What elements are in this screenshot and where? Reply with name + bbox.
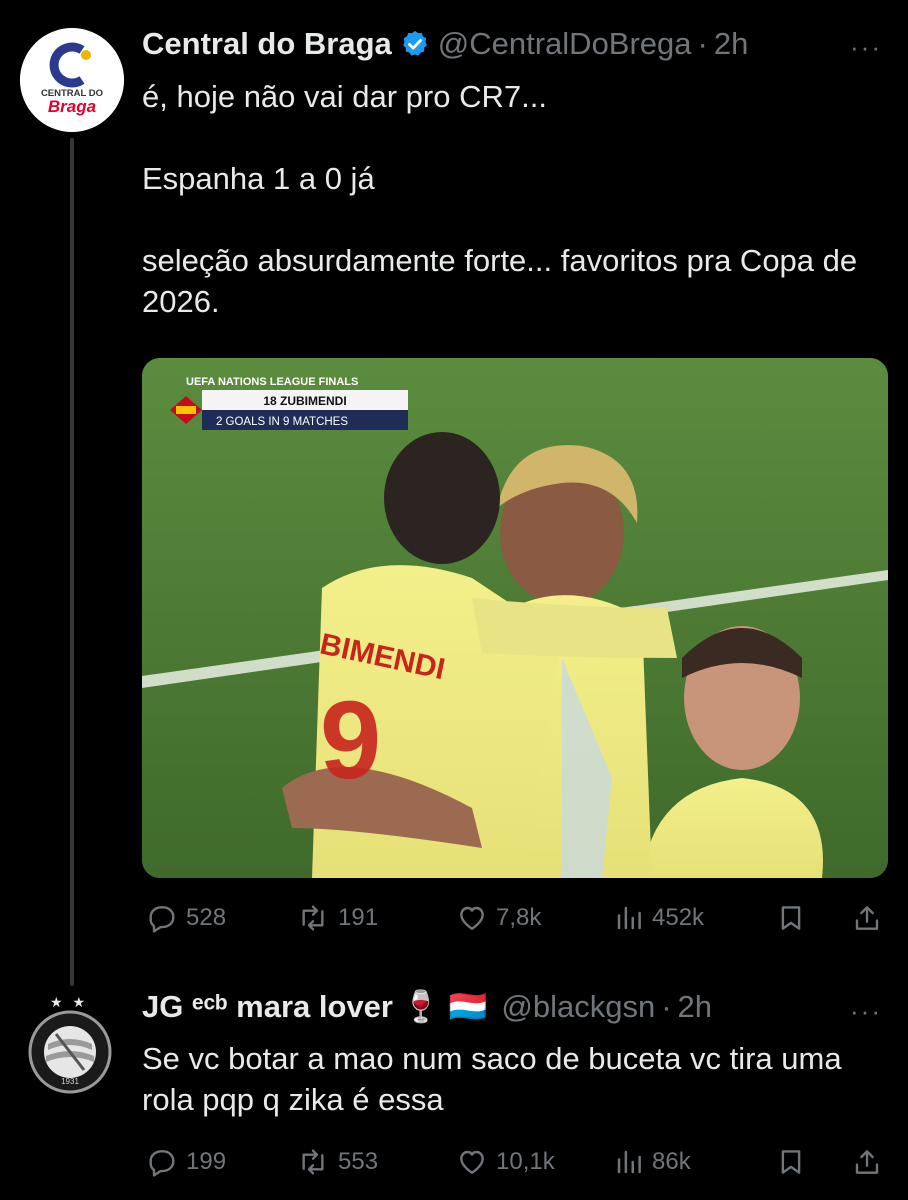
repost-count: 553 (338, 1148, 379, 1175)
like-button[interactable]: 10,1k (456, 1146, 555, 1178)
share-button[interactable] (852, 902, 882, 934)
author-name[interactable]: Central do Braga (142, 26, 392, 62)
share-button[interactable] (852, 1146, 882, 1178)
tweet-media-image[interactable]: BIMENDI 9 UEFA NATIONS LEAGUE FINALS 18 … (142, 358, 888, 878)
like-count: 7,8k (496, 904, 542, 931)
tweet-text: é, hoje não vai dar pro CR7... Espanha 1… (142, 79, 858, 319)
svg-text:9: 9 (320, 679, 381, 802)
separator-dot: · (697, 26, 708, 61)
heart-icon (460, 906, 484, 930)
crest-stars-icon: ★★ (50, 994, 96, 1010)
reply-icon (149, 906, 175, 933)
separator-dot: · (661, 988, 672, 1024)
views-icon (617, 1150, 641, 1174)
repost-icon (302, 905, 324, 931)
repost-button[interactable]: 191 (296, 902, 378, 934)
share-icon (855, 1150, 879, 1174)
verified-badge-icon (400, 29, 430, 59)
views-icon (617, 906, 641, 930)
more-options-icon[interactable]: ··· (850, 996, 882, 1027)
tweet-actions: 199 553 10,1k 86k (146, 1142, 886, 1182)
like-count: 10,1k (496, 1148, 555, 1175)
views-button[interactable]: 452k (614, 902, 704, 934)
tweet-actions: 528 191 7,8k 452k (146, 898, 886, 938)
thread-connector (70, 138, 74, 986)
author-avatar[interactable]: CENTRAL DO Braga (20, 28, 124, 132)
author-avatar[interactable]: 1931 (28, 1010, 112, 1094)
overlay-stat: 2 GOALS IN 9 MATCHES (216, 416, 348, 428)
heart-icon (460, 1150, 484, 1174)
author-name[interactable]: JG ᵉᶜᵇ mara lover 🍷 🇱🇺 (142, 988, 487, 1025)
reply-button[interactable]: 199 (146, 1146, 226, 1178)
overlay-player: 18 ZUBIMENDI (263, 394, 346, 408)
repost-button[interactable]: 553 (296, 1146, 378, 1178)
bookmark-icon (781, 906, 801, 930)
bookmark-icon (781, 1150, 801, 1174)
repost-icon (302, 1149, 324, 1175)
author-handle[interactable]: @CentralDoBrega (438, 26, 692, 62)
svg-text:Braga: Braga (48, 97, 96, 116)
crest-year: 1931 (61, 1077, 79, 1086)
overlay-title: UEFA NATIONS LEAGUE FINALS (186, 376, 358, 388)
share-icon (855, 906, 879, 930)
author-handle[interactable]: @blackgsn (501, 989, 655, 1025)
reply-button[interactable]: 528 (146, 902, 226, 934)
reply-icon (149, 1150, 175, 1177)
views-count: 452k (652, 904, 705, 931)
reply-count: 528 (186, 904, 227, 931)
tweet-header: JG ᵉᶜᵇ mara lover 🍷 🇱🇺 @blackgsn · 2h (142, 988, 712, 1025)
more-options-icon[interactable]: ··· (850, 32, 882, 63)
tweet-text: Se vc botar a mao num saco de buceta vc … (142, 1041, 851, 1117)
views-count: 86k (652, 1148, 691, 1175)
tweet-time[interactable]: 2h (678, 989, 712, 1025)
reply-count: 199 (186, 1148, 227, 1175)
like-button[interactable]: 7,8k (456, 902, 541, 934)
bookmark-button[interactable] (776, 1146, 806, 1178)
bookmark-button[interactable] (776, 902, 806, 934)
tweet-time[interactable]: 2h (714, 26, 748, 62)
repost-count: 191 (338, 904, 379, 931)
tweet-header: Central do Braga @CentralDoBrega · 2h (142, 26, 748, 62)
views-button[interactable]: 86k (614, 1146, 691, 1178)
